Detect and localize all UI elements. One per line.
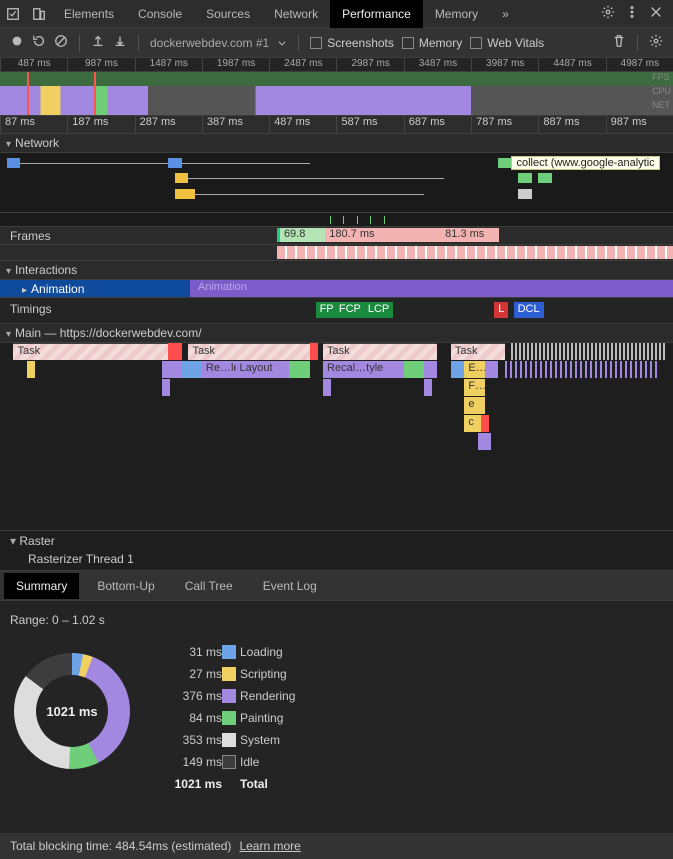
tab-performance[interactable]: Performance bbox=[330, 0, 423, 28]
devtools-tabbar: ElementsConsoleSourcesNetworkPerformance… bbox=[0, 0, 673, 28]
tab-network[interactable]: Network bbox=[262, 0, 330, 28]
gear-icon[interactable] bbox=[649, 34, 663, 51]
legend-swatch bbox=[222, 645, 236, 659]
summary-donut: 1021 ms bbox=[14, 653, 130, 769]
flame-ruler[interactable]: 87 ms187 ms287 ms387 ms487 ms587 ms687 m… bbox=[0, 116, 673, 134]
summary-legend: 31 msLoading27 msScripting376 msRenderin… bbox=[158, 645, 295, 791]
legend-swatch bbox=[222, 689, 236, 703]
clear-icon[interactable] bbox=[54, 34, 68, 51]
perf-toolbar: dockerwebdev.com #1 Screenshots Memory W… bbox=[0, 28, 673, 58]
learn-more-link[interactable]: Learn more bbox=[239, 839, 300, 853]
legend-swatch bbox=[222, 667, 236, 681]
timing-fcp[interactable]: FCP bbox=[335, 302, 365, 318]
more-tabs-button[interactable]: » bbox=[490, 0, 521, 28]
gpu-ticks bbox=[0, 213, 673, 227]
inspect-icon[interactable] bbox=[0, 7, 26, 21]
legend-swatch bbox=[222, 711, 236, 725]
timings-section: Timings FP FCP LCP L DCL bbox=[0, 298, 673, 324]
kebab-icon[interactable] bbox=[625, 5, 639, 22]
timing-load[interactable]: L bbox=[494, 302, 508, 318]
trash-icon[interactable] bbox=[612, 34, 626, 51]
reload-icon[interactable] bbox=[32, 34, 46, 51]
detail-tab-bottom-up[interactable]: Bottom-Up bbox=[85, 573, 166, 599]
main-flame-chart[interactable]: Task Task Task Task Re…le Layout Recal…t… bbox=[0, 343, 673, 531]
interactions-section-header[interactable]: Interactions bbox=[0, 261, 673, 280]
legend-swatch bbox=[222, 755, 236, 769]
summary-panel: Range: 0 – 1.02 s 1021 ms 31 msLoading27… bbox=[0, 601, 673, 833]
frames-pattern bbox=[0, 245, 673, 261]
main-section-header[interactable]: Main — https://dockerwebdev.com/ bbox=[0, 324, 673, 343]
download-icon[interactable] bbox=[113, 34, 127, 51]
device-icon[interactable] bbox=[26, 7, 52, 21]
frame-marker[interactable]: 180.7 ms bbox=[325, 228, 441, 242]
raster-section[interactable]: ▾ Raster Rasterizer Thread 1 bbox=[0, 531, 673, 571]
webvitals-checkbox[interactable]: Web Vitals bbox=[470, 36, 544, 50]
total-blocking-time: Total blocking time: 484.54ms (estimated… bbox=[10, 839, 231, 853]
memory-checkbox[interactable]: Memory bbox=[402, 36, 462, 50]
upload-icon[interactable] bbox=[91, 34, 105, 51]
frame-marker[interactable]: 69.8 ms bbox=[277, 228, 325, 242]
screenshots-checkbox[interactable]: Screenshots bbox=[310, 36, 394, 50]
timing-dcl[interactable]: DCL bbox=[514, 302, 544, 318]
detail-tab-call-tree[interactable]: Call Tree bbox=[173, 573, 245, 599]
detail-tab-event-log[interactable]: Event Log bbox=[251, 573, 329, 599]
timing-lcp[interactable]: LCP bbox=[364, 302, 393, 318]
tab-console[interactable]: Console bbox=[126, 0, 194, 28]
detail-panel-tabs: SummaryBottom-Up Call TreeEvent Log bbox=[0, 571, 673, 601]
recording-target[interactable]: dockerwebdev.com #1 bbox=[150, 36, 287, 50]
close-icon[interactable] bbox=[649, 5, 663, 22]
frames-section[interactable]: Frames 69.8 ms 180.7 ms 81.3 ms bbox=[0, 227, 673, 245]
frame-marker[interactable]: 81.3 ms bbox=[441, 228, 499, 242]
interactions-animation-row[interactable]: Animation Animation bbox=[0, 280, 673, 298]
tab-sources[interactable]: Sources bbox=[194, 0, 262, 28]
network-tooltip: collect (www.google-analytic bbox=[511, 156, 659, 170]
detail-tab-summary[interactable]: Summary bbox=[4, 573, 79, 599]
record-icon[interactable] bbox=[10, 34, 24, 51]
tab-elements[interactable]: Elements bbox=[52, 0, 126, 28]
tab-memory[interactable]: Memory bbox=[423, 0, 490, 28]
footer-bar: Total blocking time: 484.54ms (estimated… bbox=[0, 833, 673, 859]
overview-pane[interactable]: 487 ms987 ms1487 ms1987 ms2487 ms2987 ms… bbox=[0, 58, 673, 116]
legend-swatch bbox=[222, 733, 236, 747]
gear-icon[interactable] bbox=[601, 5, 615, 22]
network-section-header[interactable]: Network bbox=[0, 134, 673, 153]
network-track[interactable]: collect (www.google-analytic bbox=[0, 153, 673, 213]
summary-range: Range: 0 – 1.02 s bbox=[10, 613, 663, 627]
